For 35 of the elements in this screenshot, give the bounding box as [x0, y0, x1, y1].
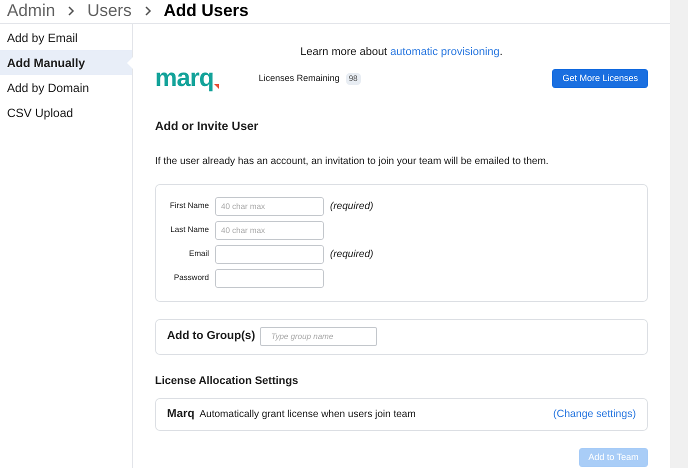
provisioning-note: Learn more about automatic provisioning. [299, 45, 504, 60]
licenses-label: Licenses Remaining [258, 72, 340, 85]
invite-note: If the user already has an account, an invitation to join your team will be emailed to them. [155, 154, 550, 168]
field-label: Last Name [169, 224, 209, 236]
group-label: Add to Group(s) [167, 328, 256, 344]
field-label: Email [188, 248, 209, 260]
text-field[interactable] [215, 244, 324, 264]
group-field[interactable]: Type group name [260, 327, 378, 346]
sidebar-item[interactable]: CSV Upload [0, 100, 132, 125]
sidebar-item[interactable]: Add by Email [0, 25, 132, 50]
logo: marq [155, 66, 214, 91]
sidebar-item[interactable]: Add Manually [0, 50, 132, 75]
change-settings-link[interactable]: (Change settings) [553, 406, 636, 422]
logo-mark-icon [214, 84, 219, 89]
provisioning-link[interactable]: automatic provisioning [390, 46, 500, 58]
get-licenses-button[interactable]: Get More Licenses [552, 69, 648, 88]
section-title: Add or Invite User [155, 118, 260, 134]
section-title: License Allocation Settings [155, 374, 300, 388]
chevron-icon [67, 6, 76, 16]
license-count: 98 [346, 72, 361, 84]
text-field[interactable]: 40 char max [215, 220, 324, 240]
product-name: Marq [167, 406, 194, 422]
text-field[interactable] [215, 268, 324, 288]
sidebar-item[interactable]: Add by Domain [0, 75, 132, 100]
breadcrumb-item: Add Users [164, 2, 249, 19]
breadcrumb-item[interactable]: Admin [7, 2, 56, 19]
required-hint: (required) [330, 248, 374, 262]
required-hint: (required) [330, 200, 374, 214]
field-label: Password [172, 272, 209, 284]
chevron-icon [144, 6, 152, 16]
pointer-icon [127, 57, 133, 69]
field-label: First Name [168, 200, 209, 212]
text-field[interactable]: 40 char max [215, 196, 324, 216]
allocation-text: Automatically grant license when users join team [199, 408, 416, 422]
breadcrumb-item[interactable]: Users [87, 2, 132, 19]
